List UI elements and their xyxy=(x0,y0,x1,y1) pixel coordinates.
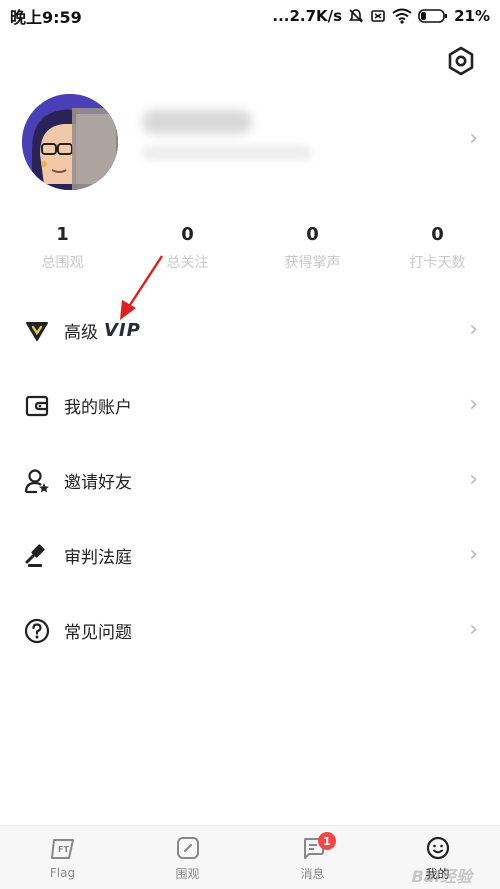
battery-icon xyxy=(418,8,448,24)
sim-off-icon xyxy=(370,8,386,24)
chevron-right-icon: › xyxy=(469,392,478,417)
vip-badge-text: VIP xyxy=(104,320,141,341)
menu-label: 我的账户 xyxy=(64,398,132,418)
question-icon xyxy=(24,618,50,644)
menu-item-account[interactable]: 我的账户 › xyxy=(0,368,500,443)
status-time: 晚上9:59 xyxy=(10,8,82,27)
stats-row: 1 总围观 0 总关注 0 获得掌声 0 打卡天数 xyxy=(0,222,500,278)
chevron-right-icon: › xyxy=(469,542,478,567)
stat-value: 0 xyxy=(431,224,444,245)
menu-label: 审判法庭 xyxy=(64,548,132,568)
tab-label: 围观 xyxy=(175,866,200,881)
stat-total-views[interactable]: 1 总围观 xyxy=(0,222,125,278)
chevron-right-icon: › xyxy=(469,126,478,151)
flag-icon: FT xyxy=(49,835,77,863)
stat-label: 获得掌声 xyxy=(284,255,341,271)
stat-label: 打卡天数 xyxy=(409,255,466,271)
stat-value: 1 xyxy=(56,224,69,245)
chevron-right-icon: › xyxy=(469,617,478,642)
menu-label: 高级 xyxy=(64,323,98,343)
menu-label: 常见问题 xyxy=(64,623,132,643)
tab-label: Flag xyxy=(49,866,76,880)
battery-percent: 21% xyxy=(454,7,490,25)
chevron-right-icon: › xyxy=(469,467,478,492)
chevron-right-icon: › xyxy=(469,317,478,342)
menu-item-invite[interactable]: 邀请好友 › xyxy=(0,443,500,518)
menu-item-faq[interactable]: 常见问题 › xyxy=(0,593,500,668)
unread-badge: 1 xyxy=(318,832,336,850)
wallet-icon xyxy=(24,393,50,419)
status-indicators: ...2.7K/s 21% xyxy=(272,7,490,25)
gavel-icon xyxy=(24,543,50,569)
vip-diamond-icon xyxy=(24,318,50,344)
svg-text:FT: FT xyxy=(58,845,69,854)
tab-messages[interactable]: 1 消息 xyxy=(250,826,375,889)
status-bar: 晚上9:59 ...2.7K/s 21% xyxy=(0,0,500,32)
wifi-icon xyxy=(392,8,412,24)
stat-applause[interactable]: 0 获得掌声 xyxy=(250,222,375,278)
menu-label: 邀请好友 xyxy=(64,473,132,493)
user-star-icon xyxy=(24,468,50,494)
avatar[interactable] xyxy=(22,94,118,190)
bottom-tab-bar: FT Flag 围观 1 消息 我的 Bai经验 xyxy=(0,825,500,889)
tab-watch[interactable]: 围观 xyxy=(125,826,250,889)
tab-flag[interactable]: FT Flag xyxy=(0,826,125,889)
watermark: Bai经验 xyxy=(411,867,472,886)
username-blurred xyxy=(142,110,252,134)
stat-value: 0 xyxy=(181,224,194,245)
menu-list: 高级 VIP › 我的账户 › 邀请好友 › 审判法庭 › 常见问题 › xyxy=(0,293,500,668)
stat-total-follows[interactable]: 0 总关注 xyxy=(125,222,250,278)
menu-item-court[interactable]: 审判法庭 › xyxy=(0,518,500,593)
stat-value: 0 xyxy=(306,224,319,245)
profile-header[interactable]: › xyxy=(0,88,500,198)
tab-label: 消息 xyxy=(300,866,325,881)
stat-checkin-days[interactable]: 0 打卡天数 xyxy=(375,222,500,278)
user-subtitle-blurred xyxy=(142,146,312,160)
stat-label: 总关注 xyxy=(166,255,209,271)
compass-icon xyxy=(174,834,202,862)
bell-muted-icon xyxy=(348,8,364,24)
settings-button[interactable] xyxy=(446,46,476,76)
stat-label: 总围观 xyxy=(41,255,84,271)
menu-item-vip[interactable]: 高级 VIP › xyxy=(0,293,500,368)
network-speed: ...2.7K/s xyxy=(272,7,343,25)
settings-hex-icon xyxy=(448,46,474,76)
smile-icon xyxy=(424,834,452,862)
